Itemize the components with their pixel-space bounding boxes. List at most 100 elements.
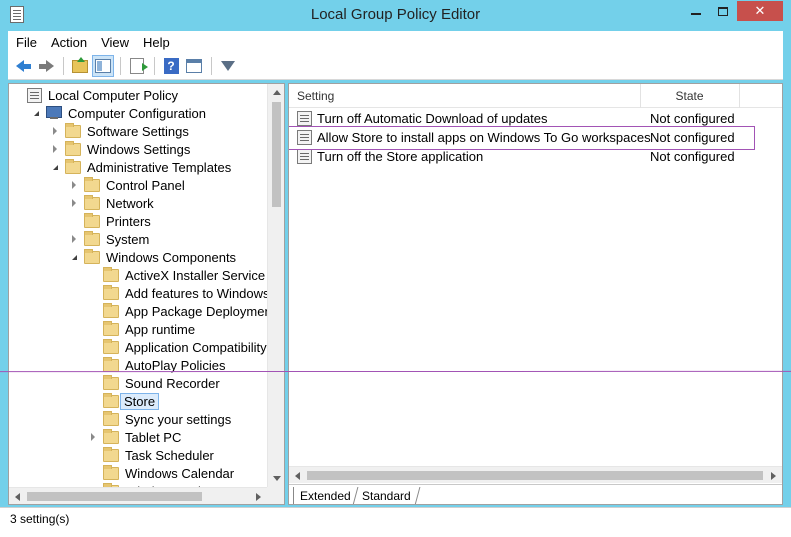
export-list-button[interactable] — [126, 55, 148, 77]
tab-extended[interactable]: Extended — [293, 487, 357, 504]
expand-arrow-icon[interactable] — [69, 233, 79, 245]
tree-item[interactable]: Sync your settings — [88, 410, 232, 428]
filter-button[interactable] — [217, 55, 239, 77]
chevron-down-icon — [71, 254, 77, 260]
tree-item[interactable]: AutoPlay Policies — [88, 356, 226, 374]
tree-item[interactable]: Network — [69, 194, 155, 212]
tree-item[interactable]: Administrative Templates — [50, 158, 232, 176]
scroll-up-icon — [272, 90, 281, 95]
table-row[interactable]: Turn off the Store application Not confi… — [289, 147, 782, 166]
collapse-arrow-icon[interactable] — [69, 251, 79, 263]
view-tabs: Extended Standard — [289, 484, 782, 504]
column-header-setting[interactable]: Setting — [297, 84, 637, 108]
scroll-right-button[interactable] — [765, 467, 782, 484]
chevron-down-icon — [33, 110, 39, 116]
tree-pane[interactable]: Local Computer Policy Computer Configurat… — [8, 83, 285, 505]
tree-item[interactable]: ActiveX Installer Service — [88, 266, 266, 284]
tree-item[interactable]: App Package Deployment — [88, 302, 276, 320]
column-divider[interactable] — [640, 84, 641, 108]
chevron-right-icon — [72, 199, 76, 207]
tree-item-label: Windows Settings — [87, 141, 191, 157]
folder-icon — [103, 284, 119, 300]
back-arrow-shaft — [23, 63, 31, 69]
tree-item[interactable]: Windows Settings — [50, 140, 191, 158]
tree-item[interactable]: Add features to Windows 8 — [88, 284, 281, 302]
table-row[interactable]: Turn off Automatic Download of updates N… — [289, 109, 782, 128]
up-one-level-button[interactable] — [69, 55, 91, 77]
tree-item[interactable]: Task Scheduler — [88, 446, 215, 464]
expand-arrow-icon[interactable] — [50, 143, 60, 155]
table-row[interactable]: Allow Store to install apps on Windows T… — [289, 128, 782, 147]
expand-arrow-icon[interactable] — [88, 431, 98, 443]
tree-item[interactable]: Windows Calendar — [88, 464, 235, 482]
tree-item[interactable]: Computer Configuration — [31, 104, 207, 122]
properties-button[interactable] — [183, 55, 205, 77]
tree-item-label: Computer Configuration — [68, 105, 207, 121]
scroll-down-button[interactable] — [268, 470, 284, 487]
forward-button[interactable] — [35, 55, 57, 77]
state-cell: Not configured — [650, 149, 735, 164]
tree-item[interactable]: Sound Recorder — [88, 374, 221, 392]
tree-item[interactable]: App runtime — [88, 320, 196, 338]
scroll-thumb[interactable] — [272, 102, 281, 207]
scroll-left-button[interactable] — [9, 488, 26, 504]
back-button[interactable] — [12, 55, 34, 77]
expand-arrow-icon[interactable] — [50, 125, 60, 137]
setting-name: Turn off Automatic Download of updates — [317, 111, 548, 126]
menu-file[interactable]: File — [10, 35, 43, 50]
tree-item[interactable]: Printers — [69, 212, 152, 230]
menu-help[interactable]: Help — [137, 35, 176, 50]
tree-item-label: Printers — [106, 213, 151, 229]
setting-cell: Turn off Automatic Download of updates — [297, 111, 548, 126]
column-divider[interactable] — [739, 84, 740, 108]
tree-vertical-scrollbar[interactable] — [267, 84, 284, 487]
tree-item[interactable]: Application Compatibility — [88, 338, 268, 356]
maximize-button[interactable] — [710, 1, 736, 21]
policy-setting-icon — [297, 149, 312, 164]
tree-item-label: Sound Recorder — [125, 375, 220, 391]
toolbar-separator — [211, 57, 212, 75]
expand-arrow-icon[interactable] — [69, 197, 79, 209]
tree-item[interactable]: Store — [88, 392, 160, 410]
collapse-arrow-icon[interactable] — [31, 107, 41, 119]
tree-item[interactable]: Local Computer Policy — [12, 86, 179, 104]
tree-horizontal-scrollbar[interactable] — [9, 487, 267, 504]
setting-cell: Turn off the Store application — [297, 149, 483, 164]
title-bar[interactable]: Local Group Policy Editor ✕ — [0, 0, 791, 31]
toolbar-separator — [154, 57, 155, 75]
forward-arrow-icon — [45, 60, 54, 72]
tab-standard[interactable]: Standard — [352, 487, 421, 504]
scroll-up-button[interactable] — [268, 84, 284, 101]
folder-icon — [103, 374, 119, 390]
tree-item[interactable]: Windows Components — [69, 248, 237, 266]
folder-icon — [84, 248, 100, 264]
collapse-arrow-icon[interactable] — [50, 161, 60, 173]
tree-item[interactable]: System — [69, 230, 150, 248]
menu-action[interactable]: Action — [45, 35, 93, 50]
menu-view[interactable]: View — [95, 35, 135, 50]
tree-item[interactable]: Software Settings — [50, 122, 190, 140]
tree-item[interactable]: Control Panel — [69, 176, 186, 194]
expand-arrow-icon[interactable] — [69, 179, 79, 191]
scroll-thumb[interactable] — [27, 492, 202, 501]
show-hide-tree-button[interactable] — [92, 55, 114, 77]
scrollbar-corner — [267, 487, 284, 504]
column-header-state[interactable]: State — [642, 84, 737, 108]
state-cell: Not configured — [650, 111, 735, 126]
help-button[interactable]: ? — [160, 55, 182, 77]
scroll-thumb[interactable] — [307, 471, 763, 480]
chevron-right-icon — [72, 235, 76, 243]
scroll-left-button[interactable] — [289, 467, 306, 484]
minimize-button[interactable] — [683, 1, 709, 21]
scroll-right-button[interactable] — [250, 488, 267, 504]
show-hide-tree-icon — [95, 59, 111, 73]
close-button[interactable]: ✕ — [737, 1, 783, 21]
tree-item[interactable]: Tablet PC — [88, 428, 182, 446]
folder-up-icon — [72, 56, 88, 73]
app-window: Local Group Policy Editor ✕ File Action … — [0, 0, 791, 537]
list-horizontal-scrollbar[interactable] — [289, 466, 782, 483]
